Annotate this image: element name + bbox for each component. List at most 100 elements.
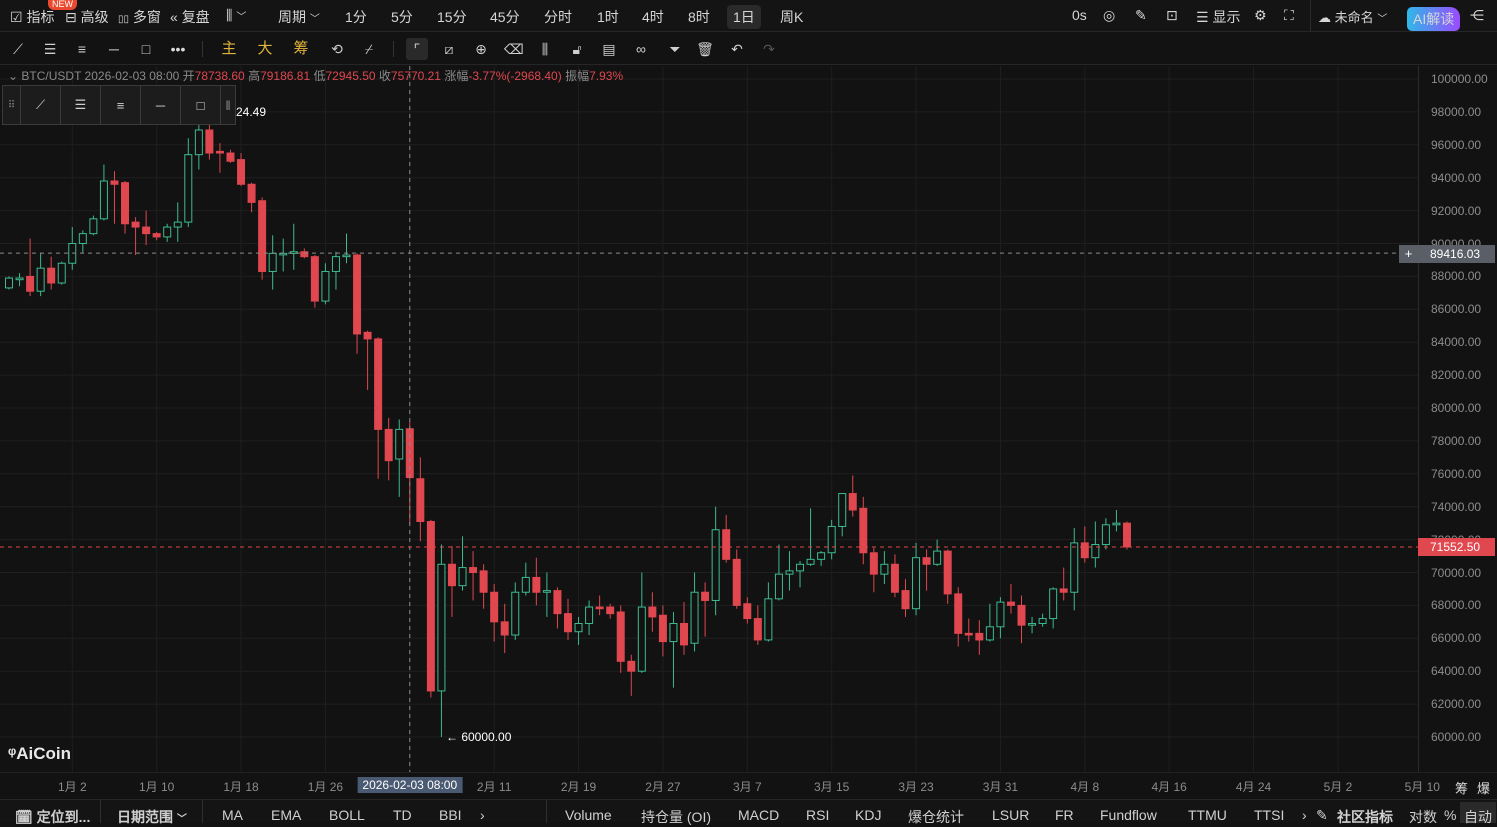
- candle-up: [711, 529, 720, 601]
- auto-scale-toggle[interactable]: 自动: [1460, 802, 1496, 825]
- percent-scale-toggle[interactable]: %: [1444, 807, 1456, 823]
- locate-button[interactable]: 🗓︎ 定位到...: [15, 807, 90, 827]
- price-tick-label: 92000.00: [1431, 203, 1482, 218]
- price-tick-label: 82000.00: [1431, 368, 1482, 383]
- share-icon[interactable]: ⋲: [1470, 7, 1484, 24]
- date-range-dropdown[interactable]: 日期范围 ﹀: [117, 807, 187, 827]
- candle-down: [152, 233, 161, 238]
- floating-drawing-toolbar: ⠿ ⟋ ☰ ≡ ─ □ ‖: [2, 85, 236, 125]
- time-tick-label: 2月 19: [560, 780, 597, 794]
- collapse-icon[interactable]: ⌄: [8, 69, 18, 83]
- parallel-channel-icon[interactable]: ☰: [61, 86, 101, 124]
- candle-up: [912, 557, 921, 610]
- candle-down: [922, 557, 931, 565]
- time-tick-label: 3月 23: [898, 780, 934, 794]
- candle-up: [268, 252, 277, 272]
- aicoin-logo-icon: ᵠ: [8, 744, 17, 763]
- bar-datetime: 2026-02-03 08:00: [84, 69, 180, 83]
- rectangle-icon[interactable]: □: [181, 86, 221, 124]
- candle-down: [121, 182, 130, 225]
- amplitude-value: 7.93%: [589, 69, 624, 83]
- candle-down: [722, 529, 731, 560]
- candle-up: [1028, 622, 1037, 626]
- indicator-boll[interactable]: BOLL: [329, 807, 365, 823]
- candle-up: [880, 563, 889, 575]
- candle-down: [627, 660, 636, 672]
- amplitude-label: 振幅: [565, 69, 590, 83]
- indicator-fundflow[interactable]: Fundflow: [1100, 807, 1157, 823]
- indicator-lsur[interactable]: LSUR: [992, 807, 1029, 823]
- candle-down: [943, 550, 952, 595]
- candle-down: [353, 254, 362, 335]
- edit-icon[interactable]: ✎: [1316, 807, 1328, 824]
- candle-down: [26, 275, 35, 292]
- indicator-bbi[interactable]: BBI: [439, 807, 462, 823]
- log-scale-toggle[interactable]: 对数: [1409, 807, 1437, 827]
- horizontal-lines-icon[interactable]: ≡: [101, 86, 141, 124]
- price-tick-label: 88000.00: [1431, 269, 1482, 284]
- horizontal-ray-icon[interactable]: ─: [141, 86, 181, 124]
- community-indicators-button[interactable]: 社区指标: [1337, 807, 1393, 827]
- candle-down: [47, 267, 56, 284]
- trend-line-icon[interactable]: ⟋: [21, 86, 61, 124]
- date-range-label: 日期范围: [117, 809, 173, 825]
- chips-toggle[interactable]: 筹: [1455, 778, 1468, 797]
- candle-up: [57, 262, 66, 284]
- candle-down: [226, 152, 235, 162]
- low-marker: ← 60000.00: [446, 730, 512, 744]
- indicator-ttsi[interactable]: TTSI: [1254, 807, 1284, 823]
- resize-handle-icon[interactable]: ‖: [221, 86, 235, 124]
- time-tick-label: 2月 27: [645, 780, 681, 794]
- candle-up: [1049, 588, 1058, 620]
- candle-down: [595, 606, 604, 610]
- indicator-ema[interactable]: EMA: [271, 807, 301, 823]
- candle-down: [732, 558, 741, 606]
- candle-up: [774, 573, 783, 600]
- indicator-ma[interactable]: MA: [222, 807, 243, 823]
- candle-up: [785, 570, 794, 575]
- indicator-oi[interactable]: 持仓量 (OI): [641, 807, 711, 827]
- drag-handle-icon[interactable]: ⠿: [3, 86, 21, 124]
- high-marker: 24.49: [236, 105, 267, 119]
- price-tick-label: 66000.00: [1431, 631, 1482, 646]
- indicator-volume[interactable]: Volume: [565, 807, 612, 823]
- candle-up: [458, 567, 467, 587]
- time-tick-label: 4月 24: [1235, 780, 1272, 794]
- close-value: 75770.21: [390, 69, 441, 83]
- candle-up: [521, 576, 530, 593]
- indicator-liquidation[interactable]: 爆仓统计: [908, 807, 964, 827]
- high-label: 高: [248, 69, 261, 83]
- candle-down: [237, 159, 246, 185]
- price-axis[interactable]: 100000.00 98000.00 96000.00 94000.00 92000.0…: [1418, 66, 1497, 772]
- high-value: 79186.81: [260, 69, 311, 83]
- price-tick-label: 80000.00: [1431, 401, 1482, 415]
- candle-up: [331, 256, 340, 272]
- indicator-fr[interactable]: FR: [1055, 807, 1074, 823]
- candle-down: [490, 591, 499, 623]
- candle-up: [437, 563, 446, 692]
- more-sub-indicators-icon[interactable]: ›: [1302, 807, 1307, 823]
- liquidation-toggle[interactable]: 爆: [1477, 778, 1490, 797]
- indicator-kdj[interactable]: KDJ: [855, 807, 881, 823]
- add-alert-icon[interactable]: +: [1399, 245, 1418, 263]
- candle-up: [574, 622, 583, 633]
- candle-down: [859, 507, 868, 554]
- indicator-rsi[interactable]: RSI: [806, 807, 829, 823]
- candle-down: [954, 593, 963, 634]
- candle-up: [985, 626, 994, 641]
- candle-down: [606, 606, 615, 615]
- candle-up: [542, 590, 551, 593]
- candle-down: [110, 180, 119, 185]
- time-tick-label: 3月 7: [732, 780, 762, 794]
- more-main-indicators-icon[interactable]: ›: [480, 807, 485, 823]
- indicator-macd[interactable]: MACD: [738, 807, 779, 823]
- indicator-td[interactable]: TD: [393, 807, 412, 823]
- candle-up: [996, 601, 1005, 628]
- candle-down: [363, 331, 372, 340]
- candle-down: [658, 614, 667, 643]
- candle-down: [300, 251, 309, 258]
- time-axis[interactable]: 1月 2 1月 10 1月 18 1月 26 2026-02-03 08:00 2月 11…: [0, 772, 1497, 798]
- candle-up: [163, 226, 172, 238]
- indicator-ttmu[interactable]: TTMU: [1188, 807, 1227, 823]
- candle-up: [194, 129, 203, 156]
